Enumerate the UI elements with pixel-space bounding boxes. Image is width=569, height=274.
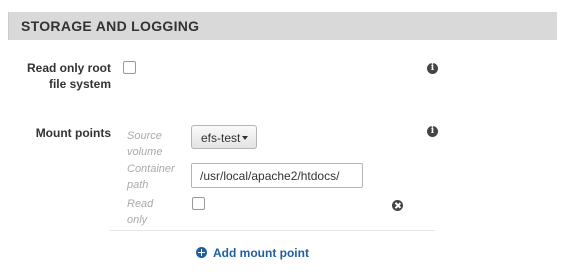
container-path-label-line1: Container (127, 163, 175, 175)
read-only-label-line2: only (127, 214, 148, 226)
readonly-root-label-line1: Read only root (26, 61, 111, 75)
section-header: STORAGE AND LOGGING (8, 12, 557, 40)
source-volume-label-line2: volume (127, 146, 163, 158)
info-icon[interactable]: i (427, 126, 438, 137)
source-volume-label-line1: Source (127, 130, 162, 142)
container-path-label-line2: path (127, 179, 149, 191)
source-volume-label: Source volume (127, 128, 162, 160)
readonly-root-checkbox[interactable] (123, 61, 136, 74)
remove-icon[interactable] (392, 200, 403, 211)
read-only-label: Read only (127, 196, 153, 228)
container-path-input[interactable] (191, 163, 363, 188)
info-icon[interactable]: i (427, 63, 438, 74)
readonly-root-label-line2: file system (48, 77, 111, 91)
add-mount-point-label: Add mount point (213, 246, 309, 260)
source-volume-select[interactable]: efs-test (191, 125, 257, 149)
mount-points-label: Mount points (35, 126, 111, 140)
caret-down-icon (242, 136, 248, 140)
readonly-root-label: Read only root file system (27, 60, 111, 92)
read-only-label-line1: Read (127, 198, 154, 210)
plus-icon (196, 247, 207, 258)
read-only-checkbox[interactable] (192, 197, 205, 210)
source-volume-value: efs-test (201, 131, 241, 145)
container-path-label: Container path (127, 161, 175, 193)
section-title: STORAGE AND LOGGING (21, 18, 200, 34)
divider (110, 230, 435, 231)
